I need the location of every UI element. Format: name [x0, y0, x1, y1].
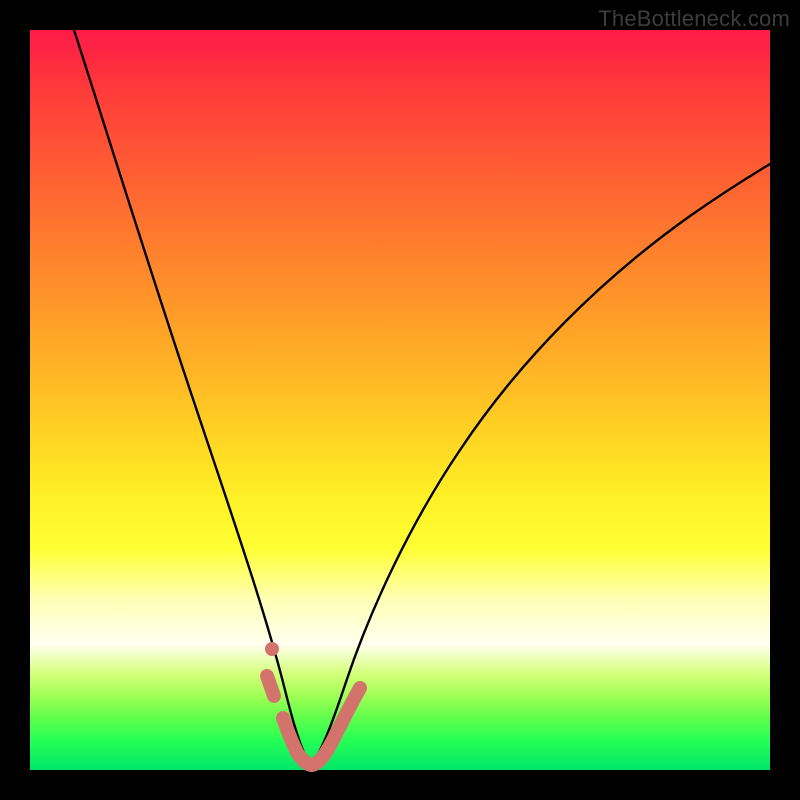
curve-layer: [30, 30, 770, 770]
watermark-text: TheBottleneck.com: [598, 6, 790, 32]
figure-container: TheBottleneck.com: [0, 0, 800, 800]
bottleneck-curve: [74, 30, 770, 763]
plot-gradient-area: [30, 30, 770, 770]
highlight-dot: [265, 642, 279, 656]
highlight-left-segment: [267, 676, 274, 696]
